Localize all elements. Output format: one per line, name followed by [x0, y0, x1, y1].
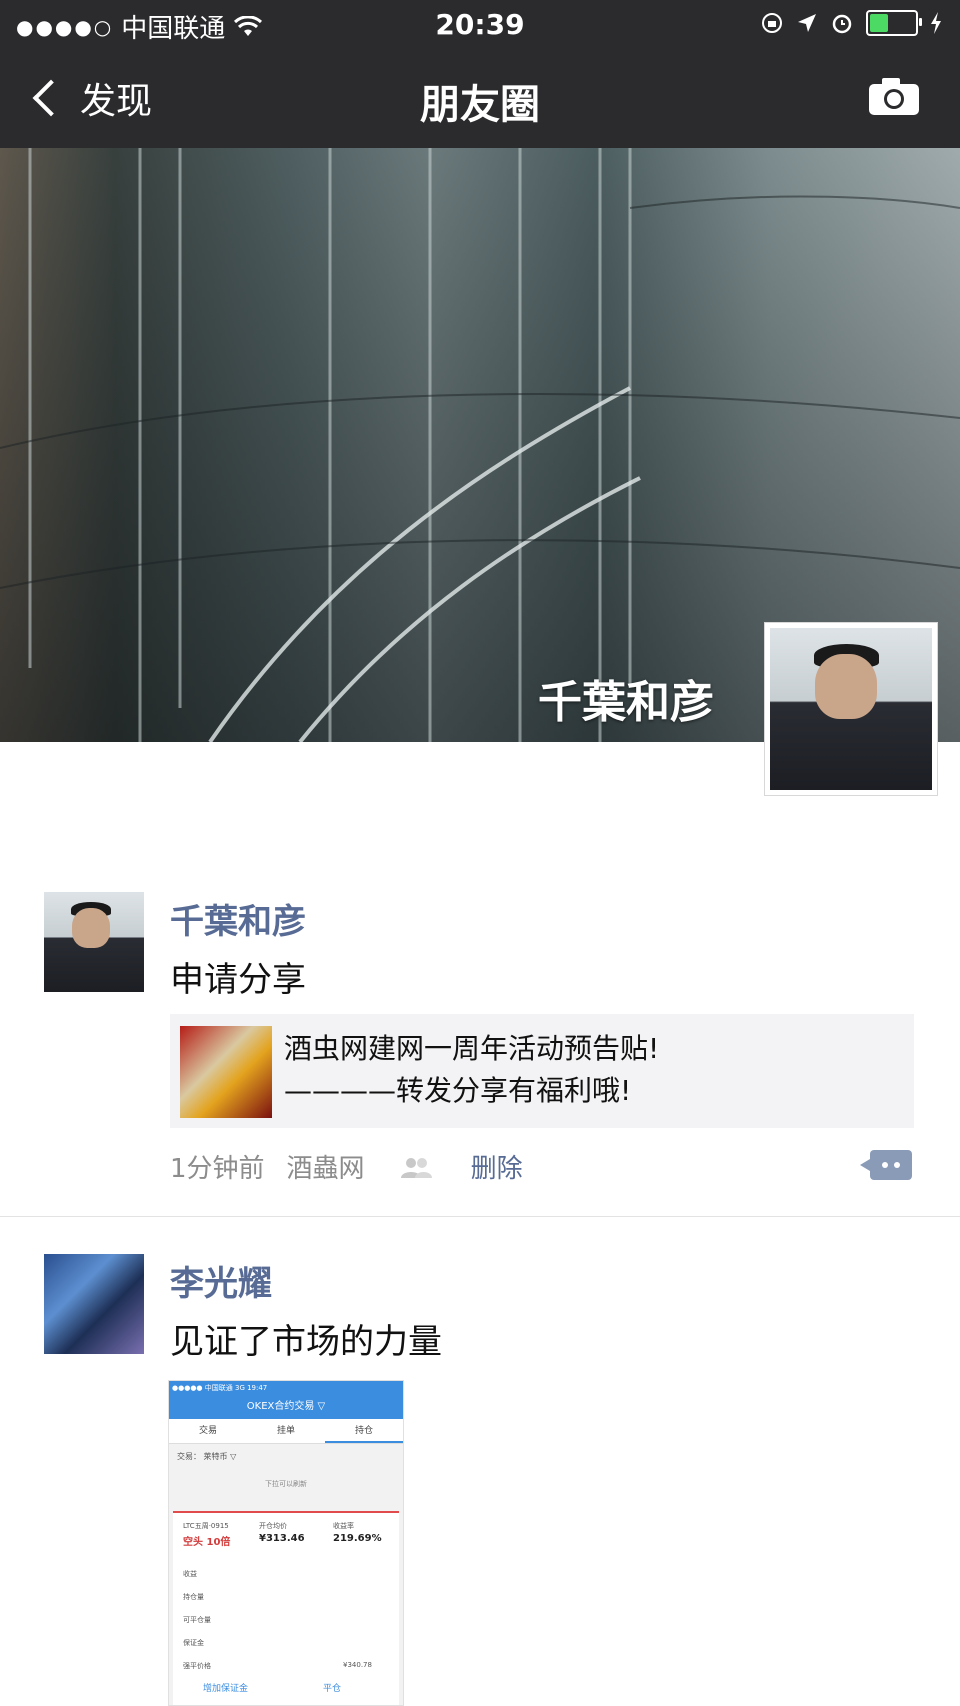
image-header: OKEX合约交易 ▽	[169, 1395, 403, 1419]
image-row-label: 持仓量	[183, 1593, 204, 1601]
navigation-bar: 发现 朋友圈	[0, 48, 960, 148]
profile-avatar[interactable]	[764, 622, 938, 796]
battery-icon	[866, 10, 922, 36]
image-hint: 下拉可以刷新	[265, 1480, 307, 1488]
link-thumbnail	[180, 1026, 272, 1118]
post-image[interactable]: ●●●●● 中国联通 3G 19:47 OKEX合约交易 ▽ 交易 挂单 持仓 …	[168, 1380, 404, 1706]
image-liq-price: ¥340.78	[343, 1661, 372, 1669]
image-row-label: 强平价格	[183, 1662, 211, 1670]
post-author-avatar[interactable]	[44, 892, 144, 992]
link-title-line1: 酒虫网建网一周年活动预告贴!	[284, 1032, 660, 1065]
image-filter: 交易： 莱特币 ▽	[177, 1452, 237, 1461]
image-row-label: 收益	[183, 1570, 197, 1578]
charging-icon	[931, 12, 941, 34]
location-icon	[798, 14, 816, 32]
image-close: 平仓	[323, 1684, 342, 1694]
image-tabs: 交易 挂单 持仓	[169, 1419, 403, 1444]
cover-username: 千葉和彦	[538, 677, 714, 728]
top-bar: ●●●●○ 中国联通 20:39 发现 朋友圈	[0, 0, 960, 148]
image-contract: LTC五周·0915	[183, 1522, 229, 1530]
image-roe: 219.69%	[333, 1533, 382, 1544]
image-add-margin: 增加保证金	[203, 1684, 249, 1694]
image-tab: 持仓	[325, 1419, 403, 1443]
image-row-label: 保证金	[183, 1639, 204, 1647]
post-author-avatar[interactable]	[44, 1254, 144, 1354]
link-title: 酒虫网建网一周年活动预告贴! ————转发分享有福利哦!	[284, 1028, 659, 1112]
post-source[interactable]: 酒蟲网	[287, 1148, 365, 1185]
page-title: 朋友圈	[420, 82, 540, 128]
delete-button[interactable]: 删除	[471, 1148, 523, 1185]
image-tab: 挂单	[276, 1426, 295, 1436]
image-roe-label: 收益率	[333, 1522, 354, 1530]
post-text: 申请分享	[170, 960, 306, 1000]
post-author-name[interactable]: 千葉和彦	[170, 894, 306, 943]
image-avg-price: ¥313.46	[259, 1533, 305, 1544]
visibility-group-icon	[400, 1157, 432, 1178]
rotation-lock-icon	[762, 13, 782, 33]
comment-icon[interactable]	[860, 1150, 912, 1180]
image-avg-price-label: 开仓均价	[259, 1522, 287, 1530]
camera-icon[interactable]	[868, 76, 920, 116]
image-tab: 交易	[198, 1426, 217, 1436]
post-text: 见证了市场的力量	[170, 1322, 442, 1362]
image-position: 空头 10倍	[183, 1537, 231, 1548]
status-bar: ●●●●○ 中国联通 20:39	[0, 0, 960, 48]
post-author-name[interactable]: 李光耀	[170, 1256, 272, 1305]
alarm-icon	[832, 14, 852, 34]
image-status-bar: ●●●●● 中国联通 3G 19:47	[169, 1381, 403, 1395]
image-position-card: LTC五周·0915 开仓均价 收益率 空头 10倍 ¥313.46 219.6…	[173, 1511, 399, 1705]
image-row-label: 可平仓量	[183, 1616, 211, 1624]
post-meta: 1分钟前 酒蟲网 删除	[170, 1148, 523, 1185]
status-icons	[760, 10, 942, 36]
shared-link-card[interactable]: 酒虫网建网一周年活动预告贴! ————转发分享有福利哦!	[170, 1014, 914, 1128]
post-time: 1分钟前	[170, 1154, 265, 1184]
link-title-line2: ————转发分享有福利哦!	[284, 1074, 632, 1107]
post-divider	[0, 1216, 960, 1217]
profile-avatar-image	[770, 628, 932, 790]
